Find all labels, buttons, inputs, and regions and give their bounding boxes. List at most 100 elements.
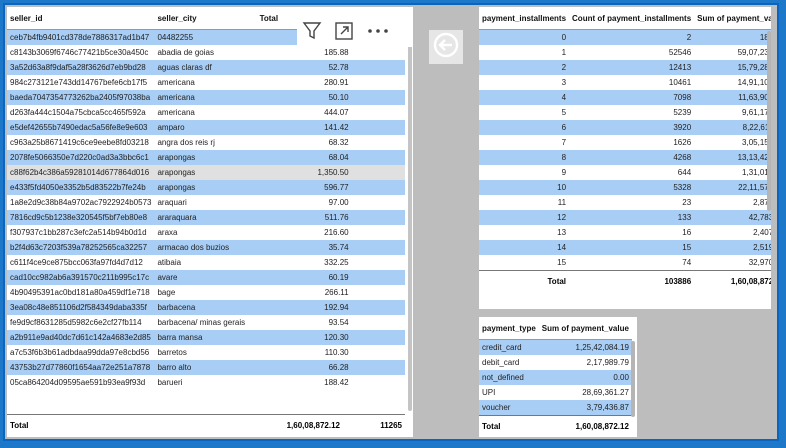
table-row[interactable]: a7c53f6b3b61adbdaa99dda97e8cbd56 barretos… bbox=[7, 345, 405, 360]
column-header-count-installments[interactable]: Count of payment_installments bbox=[569, 7, 695, 30]
table-cell: 216.60 bbox=[256, 225, 352, 240]
column-header-payment-type[interactable]: payment_type bbox=[479, 317, 539, 340]
table-cell: 9 bbox=[479, 165, 570, 180]
seller-table-scrollbar[interactable] bbox=[408, 31, 412, 411]
table-row[interactable]: 1213342,783.24 bbox=[479, 210, 771, 225]
installments-table-visual[interactable]: payment_installments Count of payment_in… bbox=[479, 7, 771, 309]
table-cell: 43753b27d77860f1654aa72e251a7878 bbox=[7, 360, 155, 375]
table-row[interactable]: c611f4ce9ce875bcc063fa97fd4d7d12 atibaia 3… bbox=[7, 255, 405, 270]
table-row[interactable]: 05ca864204d09595ae591b93ea9f93d barueri 18… bbox=[7, 375, 405, 390]
table-cell: 7098 bbox=[569, 90, 695, 105]
table-cell: 1,31,015.92 bbox=[694, 165, 771, 180]
table-row[interactable]: 157432,970.93 bbox=[479, 255, 771, 271]
table-row[interactable]: a2b911e9ad40dc7d61c142a4683e2d85 barra ma… bbox=[7, 330, 405, 345]
table-cell bbox=[351, 240, 405, 255]
installments-table: payment_installments Count of payment_in… bbox=[479, 7, 771, 291]
column-header-sum-payment-value[interactable]: Sum of payment_value bbox=[694, 7, 771, 30]
table-row[interactable]: e433f5fd4050e3352b5d83522b7fe24b araponga… bbox=[7, 180, 405, 195]
table-row[interactable]: baeda7047354773262ba2405f97038ba american… bbox=[7, 90, 405, 105]
table-cell: c88f62b4c386a59281014d677864d016 bbox=[7, 165, 155, 180]
filter-icon[interactable] bbox=[301, 20, 323, 42]
table-row[interactable]: 10532822,11,577.34 bbox=[479, 180, 771, 195]
table-row[interactable]: credit_card 1,25,42,084.19 bbox=[479, 339, 632, 355]
table-cell: arapongas bbox=[154, 165, 257, 180]
table-row[interactable]: 552399,61,174.30 bbox=[479, 105, 771, 120]
table-cell: 2,873.44 bbox=[694, 195, 771, 210]
payment-type-table-visual[interactable]: payment_type Sum of payment_value credit… bbox=[479, 317, 637, 437]
column-header-seller-city[interactable]: seller_city bbox=[154, 7, 257, 30]
table-row[interactable]: not_defined 0.00 bbox=[479, 370, 632, 385]
table-row[interactable]: 1a8e2d9c38b84a9702ac7922924b0573 araquari… bbox=[7, 195, 405, 210]
more-options-icon[interactable] bbox=[365, 20, 391, 42]
table-row[interactable]: 31046114,91,103.80 bbox=[479, 75, 771, 90]
table-row[interactable]: UPI 28,69,361.27 bbox=[479, 385, 632, 400]
table-row[interactable]: b2f4d63c7203f539a78252565ca32257 armacao … bbox=[7, 240, 405, 255]
payment-type-table: payment_type Sum of payment_value credit… bbox=[479, 317, 632, 436]
back-button[interactable] bbox=[429, 30, 463, 64]
table-row[interactable]: voucher 3,79,436.87 bbox=[479, 400, 632, 416]
table-row[interactable]: cad10cc982ab6a391570c211b995c17c avare 60.… bbox=[7, 270, 405, 285]
table-cell: avare bbox=[154, 270, 257, 285]
table-row[interactable]: 984c273121e743dd14767befe6cb17f5 american… bbox=[7, 75, 405, 90]
table-row[interactable]: 4b90495391ac0bd181a80a459df1e718 bage 266.… bbox=[7, 285, 405, 300]
table-row[interactable]: 4709811,63,907.61 bbox=[479, 90, 771, 105]
table-cell: 1,350.50 bbox=[256, 165, 352, 180]
table-row[interactable]: 8426813,13,423.34 bbox=[479, 150, 771, 165]
table-cell bbox=[351, 330, 405, 345]
table-cell: 120.30 bbox=[256, 330, 352, 345]
table-row[interactable]: 43753b27d77860f1654aa72e251a7878 barro al… bbox=[7, 360, 405, 375]
table-cell: barra mansa bbox=[154, 330, 257, 345]
total-value: 1,60,08,872.12 bbox=[235, 414, 343, 435]
table-cell bbox=[351, 180, 405, 195]
table-cell: 2 bbox=[479, 60, 570, 75]
table-row[interactable]: e5def42655b7490edac5a56fe8e9e603 amparo 14… bbox=[7, 120, 405, 135]
table-cell: 15 bbox=[569, 240, 695, 255]
table-row[interactable]: f307937c1bb287c3efc2a514b94b0d1d araxa 216… bbox=[7, 225, 405, 240]
table-row[interactable]: 21241315,79,283.03 bbox=[479, 60, 771, 75]
column-header-seller-id[interactable]: seller_id bbox=[7, 7, 155, 30]
table-row[interactable]: 7816cd9c5b1238e320545f5bf7eb80e8 araraqua… bbox=[7, 210, 405, 225]
table-row[interactable]: 716263,05,157.39 bbox=[479, 135, 771, 150]
table-row[interactable]: 639208,22,611.81 bbox=[479, 120, 771, 135]
table-row[interactable]: fe9d9cf8631285d5982c6e2cf27fb114 barbacen… bbox=[7, 315, 405, 330]
table-row[interactable]: 15254659,07,233.36 bbox=[479, 45, 771, 60]
table-cell bbox=[351, 375, 405, 390]
payment-type-total-label: Total bbox=[479, 415, 539, 436]
table-cell: 7816cd9c5b1238e320545f5bf7eb80e8 bbox=[7, 210, 155, 225]
table-cell bbox=[351, 285, 405, 300]
table-cell: 60.19 bbox=[256, 270, 352, 285]
table-row[interactable]: 2078fe5066350e7d220c0ad3a3bbc6c1 araponga… bbox=[7, 150, 405, 165]
table-row[interactable]: 02188.63 bbox=[479, 29, 771, 45]
table-cell: 13 bbox=[479, 225, 570, 240]
table-cell: 35.74 bbox=[256, 240, 352, 255]
payment-type-table-scrollbar[interactable] bbox=[631, 341, 635, 417]
installments-table-scrollbar[interactable] bbox=[767, 31, 771, 211]
seller-table-visual[interactable]: seller_id seller_city Total ce ceb7b4fb9… bbox=[7, 7, 413, 437]
table-cell: f307937c1bb287c3efc2a514b94b0d1d bbox=[7, 225, 155, 240]
column-header-sum-payment-value[interactable]: Sum of payment_value bbox=[538, 317, 632, 340]
table-cell: baeda7047354773262ba2405f97038ba bbox=[7, 90, 155, 105]
column-header-payment-installments[interactable]: payment_installments bbox=[479, 7, 570, 30]
table-row[interactable]: c963a25b8671419c6ce9eebe8fd03218 angra do… bbox=[7, 135, 405, 150]
table-cell: 332.25 bbox=[256, 255, 352, 270]
table-row[interactable]: 14152,519.44 bbox=[479, 240, 771, 255]
table-row[interactable]: c8143b3069f6746c77421b5ce30a450c abadia d… bbox=[7, 45, 405, 60]
table-row[interactable]: 13162,407.40 bbox=[479, 225, 771, 240]
table-cell: barro alto bbox=[154, 360, 257, 375]
total-label: Total bbox=[7, 414, 131, 435]
table-cell: arapongas bbox=[154, 150, 257, 165]
table-cell: 8 bbox=[479, 150, 570, 165]
table-cell: 7 bbox=[479, 135, 570, 150]
table-row[interactable]: 96441,31,015.92 bbox=[479, 165, 771, 180]
table-cell: a2b911e9ad40dc7d61c142a4683e2d85 bbox=[7, 330, 155, 345]
table-cell: 05ca864204d09595ae591b93ea9f93d bbox=[7, 375, 155, 390]
table-row[interactable]: 3ea08c48e851106d2f584349daba335f barbacen… bbox=[7, 300, 405, 315]
focus-mode-icon[interactable] bbox=[333, 20, 355, 42]
table-cell: aguas claras df bbox=[154, 60, 257, 75]
table-cell: 3ea08c48e851106d2f584349daba335f bbox=[7, 300, 155, 315]
table-row[interactable]: 3a52d63a8f9daf5a28f3626d7eb9bd28 aguas cl… bbox=[7, 60, 405, 75]
table-row[interactable]: d263fa444c1504a75cbca5cc465f592a american… bbox=[7, 105, 405, 120]
table-row[interactable]: c88f62b4c386a59281014d677864d016 araponga… bbox=[7, 165, 405, 180]
table-row[interactable]: debit_card 2,17,989.79 bbox=[479, 355, 632, 370]
table-row[interactable]: 11232,873.44 bbox=[479, 195, 771, 210]
